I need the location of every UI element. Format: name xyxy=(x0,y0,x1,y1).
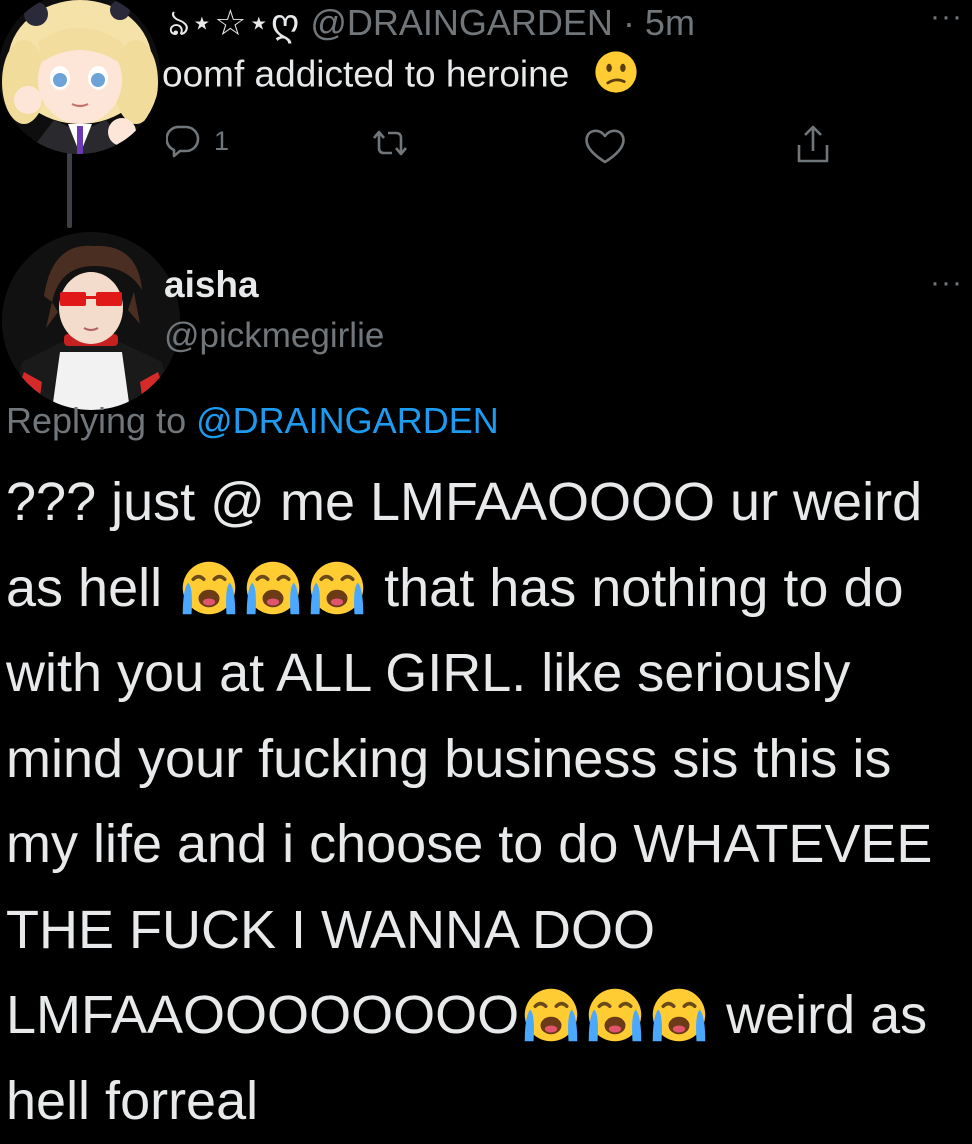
reply-icon xyxy=(166,124,200,158)
avatar-image xyxy=(2,232,180,410)
loudly-crying-face-icon xyxy=(245,560,301,616)
tweet-text: oomf addicted to heroine xyxy=(162,50,638,103)
reply-count: 1 xyxy=(214,126,229,157)
thread-line xyxy=(67,150,72,228)
heart-icon xyxy=(583,126,627,166)
like-button[interactable] xyxy=(583,126,627,166)
tweet-text-content: oomf addicted to heroine xyxy=(162,53,569,94)
tweet-text-line: LMFAAOOOOOOOO weird as xyxy=(6,973,972,1059)
tweet-text-fragment: LMFAAOOOOOOOO xyxy=(6,985,519,1045)
tweet-text-line: mind your fucking business sis this is xyxy=(6,717,972,803)
retweet-button[interactable] xyxy=(370,128,410,158)
tweet-text-line: my life and i choose to do WHATEVEE xyxy=(6,802,972,888)
tweet-text-line: as hell that has nothing to do xyxy=(6,546,972,632)
user-display-name[interactable]: ঌ⋆☆⋆ღ xyxy=(168,2,300,43)
tweet-text-line: THE FUCK I WANNA DOO xyxy=(6,888,972,974)
tweet-text-fragment: weird as xyxy=(726,985,927,1045)
tweet-text-line: with you at ALL GIRL. like seriously xyxy=(6,631,972,717)
loudly-crying-face-icon xyxy=(523,987,579,1043)
tweet-text-fragment: that has nothing to do xyxy=(384,558,903,618)
loudly-crying-face-icon xyxy=(651,987,707,1043)
share-button[interactable] xyxy=(793,123,833,167)
reply-button[interactable]: 1 xyxy=(166,124,229,158)
retweet-icon xyxy=(370,128,410,158)
avatar-image xyxy=(0,0,160,154)
share-icon xyxy=(793,123,833,167)
avatar[interactable] xyxy=(2,232,180,410)
loudly-crying-face-icon xyxy=(309,560,365,616)
more-options-icon[interactable]: ··· xyxy=(930,266,963,300)
timestamp[interactable]: · 5m xyxy=(623,2,695,43)
tweet-text-line: ??? just @ me LMFAAOOOO ur weird xyxy=(6,460,972,546)
loudly-crying-face-icon xyxy=(587,987,643,1043)
tweet-text: ??? just @ me LMFAAOOOO ur weird as hell… xyxy=(6,460,972,1144)
user-handle[interactable]: @DRAINGARDEN xyxy=(310,2,613,43)
mention-link[interactable]: @DRAINGARDEN xyxy=(196,400,499,441)
replying-to-label: Replying to xyxy=(6,400,186,441)
confused-face-icon xyxy=(594,50,638,103)
avatar[interactable] xyxy=(0,0,160,154)
more-options-icon[interactable]: ··· xyxy=(930,0,963,34)
user-display-name[interactable]: aisha xyxy=(164,264,259,306)
tweet-header: ঌ⋆☆⋆ღ @DRAINGARDEN · 5m xyxy=(168,0,695,56)
tweet-text-fragment: as hell xyxy=(6,558,162,618)
replying-to: Replying to @DRAINGARDEN xyxy=(6,400,499,442)
tweet-text-line: hell forreal xyxy=(6,1059,972,1144)
user-handle[interactable]: @pickmegirlie xyxy=(164,316,384,356)
loudly-crying-face-icon xyxy=(181,560,237,616)
